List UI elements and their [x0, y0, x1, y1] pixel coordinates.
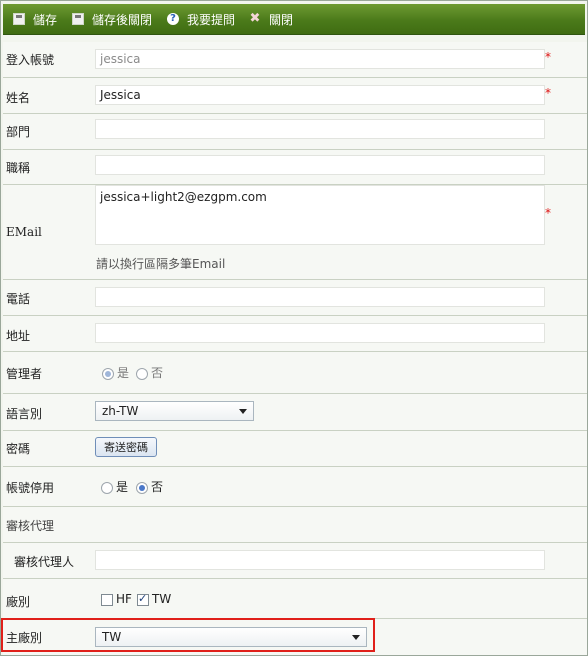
close-button[interactable]: ✖ 關閉 — [249, 10, 293, 28]
email-label: EMail — [6, 225, 42, 239]
review-section-row: 審核代理 — [3, 507, 587, 543]
name-label: 姓名 — [6, 91, 31, 105]
disable-no-radio[interactable] — [136, 481, 148, 494]
close-icon: ✖ — [249, 11, 261, 26]
plant-option-hf[interactable]: HF — [101, 592, 132, 606]
disable-label: 帳號停用 — [6, 481, 55, 495]
email-row: EMail jessica+light2@ezgpm.com * 請以換行區隔多… — [3, 185, 587, 280]
phone-label: 電話 — [6, 292, 31, 306]
dept-row: 部門 — [3, 114, 587, 150]
language-row: 語言別 zh-TW — [3, 394, 587, 431]
admin-yes-radio[interactable] — [102, 367, 114, 380]
login-field[interactable]: jessica — [95, 49, 545, 69]
save-label: 儲存 — [33, 12, 58, 27]
dropdown-arrow-icon — [239, 409, 247, 414]
plant-tw-checkbox[interactable] — [137, 592, 149, 606]
address-field[interactable] — [95, 323, 545, 343]
close-label: 關閉 — [269, 12, 294, 27]
dept-label: 部門 — [6, 125, 31, 139]
plant-tw-label: TW — [152, 592, 172, 606]
user-edit-window: 儲存 儲存後關閉 ? 我要提問 ✖ 關閉 登入帳號 jessica * 姓名 J… — [0, 0, 588, 656]
required-mark: * — [545, 86, 551, 100]
plant-hf-checkbox[interactable] — [101, 593, 113, 606]
admin-label: 管理者 — [6, 367, 43, 381]
toolbar: 儲存 儲存後關閉 ? 我要提問 ✖ 關閉 — [3, 4, 585, 35]
language-label: 語言別 — [6, 407, 43, 421]
review-section-title: 審核代理 — [6, 519, 55, 533]
admin-no-radio[interactable] — [136, 367, 148, 380]
language-value: zh-TW — [102, 404, 139, 418]
login-label: 登入帳號 — [6, 53, 55, 67]
admin-row: 管理者 是 否 — [3, 352, 587, 394]
email-textarea[interactable]: jessica+light2@ezgpm.com — [95, 185, 545, 245]
admin-yes-label: 是 — [117, 366, 130, 380]
password-row: 密碼 寄送密碼 — [3, 431, 587, 467]
save-close-label: 儲存後關閉 — [92, 12, 153, 27]
required-mark: * — [545, 206, 551, 220]
reviewer-label: 審核代理人 — [14, 555, 75, 569]
title-row: 職稱 — [3, 150, 587, 185]
save-close-button[interactable]: 儲存後關閉 — [72, 10, 152, 28]
phone-field[interactable] — [95, 287, 545, 307]
disable-no-label: 否 — [151, 480, 164, 494]
save-button[interactable]: 儲存 — [13, 10, 57, 28]
plant-hf-label: HF — [116, 592, 132, 606]
name-row: 姓名 Jessica * — [3, 78, 587, 114]
language-select[interactable]: zh-TW — [95, 401, 254, 421]
highlight-box — [1, 618, 375, 652]
help-button[interactable]: ? 我要提問 — [167, 10, 235, 28]
login-row: 登入帳號 jessica * — [3, 42, 587, 78]
address-row: 地址 — [3, 316, 587, 352]
name-field[interactable]: Jessica — [95, 85, 545, 105]
dept-field[interactable] — [95, 119, 545, 139]
title-label: 職稱 — [6, 161, 31, 175]
plant-label: 廠別 — [6, 595, 31, 609]
password-label: 密碼 — [6, 442, 31, 456]
reviewer-field[interactable] — [95, 550, 545, 570]
help-label: 我要提問 — [187, 12, 236, 27]
reviewer-row: 審核代理人 — [3, 543, 587, 579]
required-mark: * — [545, 50, 551, 64]
title-field[interactable] — [95, 155, 545, 175]
plant-row: 廠別 HF TW — [3, 579, 587, 619]
address-label: 地址 — [6, 329, 31, 343]
admin-yes-option[interactable]: 是 — [102, 364, 129, 381]
disable-row: 帳號停用 是 否 — [3, 467, 587, 507]
send-password-button[interactable]: 寄送密碼 — [95, 437, 157, 457]
disable-yes-radio[interactable] — [101, 481, 113, 494]
phone-row: 電話 — [3, 280, 587, 316]
disable-yes-label: 是 — [116, 480, 129, 494]
email-hint: 請以換行區隔多筆Email — [96, 257, 226, 271]
help-icon: ? — [167, 13, 179, 25]
plant-option-tw[interactable]: TW — [137, 592, 171, 606]
disable-no-option[interactable]: 否 — [136, 478, 163, 495]
admin-no-label: 否 — [151, 366, 164, 380]
disable-yes-option[interactable]: 是 — [101, 478, 128, 495]
save-close-icon — [72, 13, 84, 25]
save-icon — [13, 13, 25, 25]
admin-no-option[interactable]: 否 — [136, 364, 163, 381]
